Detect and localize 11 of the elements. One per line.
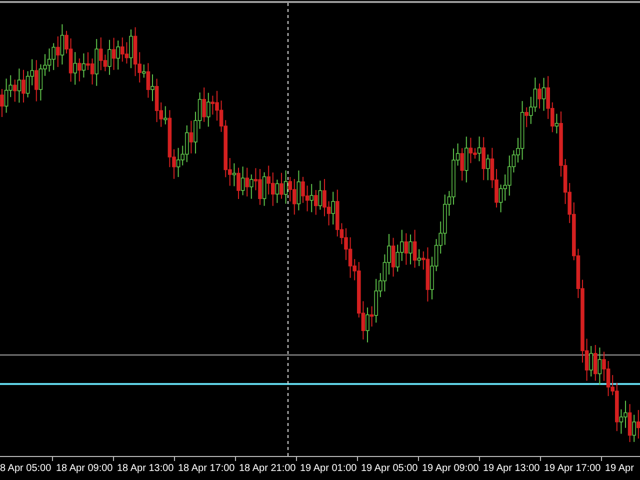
time-axis-label: 18 Apr 17:00	[178, 463, 235, 474]
time-axis-label: 18 Apr 09:00	[56, 463, 113, 474]
time-axis-label: 19 Apr 13:00	[483, 463, 540, 474]
time-axis-label: 18 Apr 13:00	[117, 463, 174, 474]
time-axis-label: 8 Apr 05:00	[0, 463, 52, 474]
time-axis-label: 19 Apr	[605, 463, 634, 474]
time-axis-label: 19 Apr 05:00	[361, 463, 418, 474]
time-axis-label: 18 Apr 21:00	[239, 463, 296, 474]
time-axis-label: 19 Apr 09:00	[422, 463, 479, 474]
time-axis-label: 19 Apr 01:00	[300, 463, 357, 474]
time-axis-label: 19 Apr 17:00	[544, 463, 601, 474]
